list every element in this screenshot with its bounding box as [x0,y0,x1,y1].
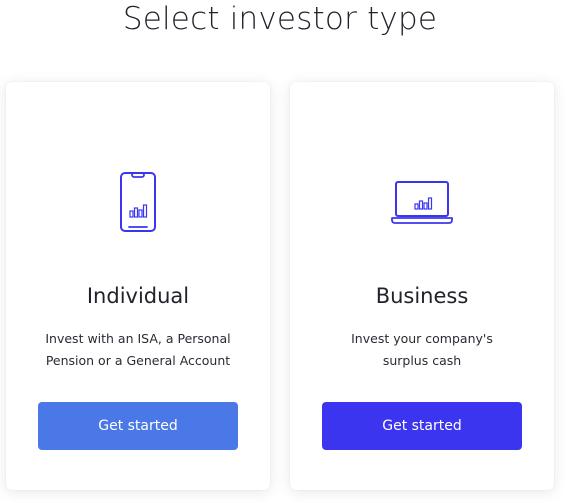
individual-get-started-button[interactable]: Get started [38,402,238,450]
page-title: Select investor type [122,1,438,37]
business-get-started-button[interactable]: Get started [322,402,522,450]
card-description: Invest your company's surplus cash [306,328,538,372]
smartphone-chart-icon [6,170,270,234]
card-description: Invest with an ISA, a Personal Pension o… [22,328,254,372]
individual-card[interactable]: Individual Invest with an ISA, a Persona… [6,82,270,490]
description-line: Invest your company's [351,331,493,346]
card-title: Individual [86,284,190,308]
card-title: Business [375,284,469,308]
investor-type-page: Select investor type Individual Invest w… [0,0,572,503]
description-line: surplus cash [382,353,462,368]
laptop-chart-icon [290,170,554,234]
business-card[interactable]: Business Invest your company's surplus c… [290,82,554,490]
description-line: Invest with an ISA, a Personal [45,331,231,346]
description-line: Pension or a General Account [45,353,231,368]
